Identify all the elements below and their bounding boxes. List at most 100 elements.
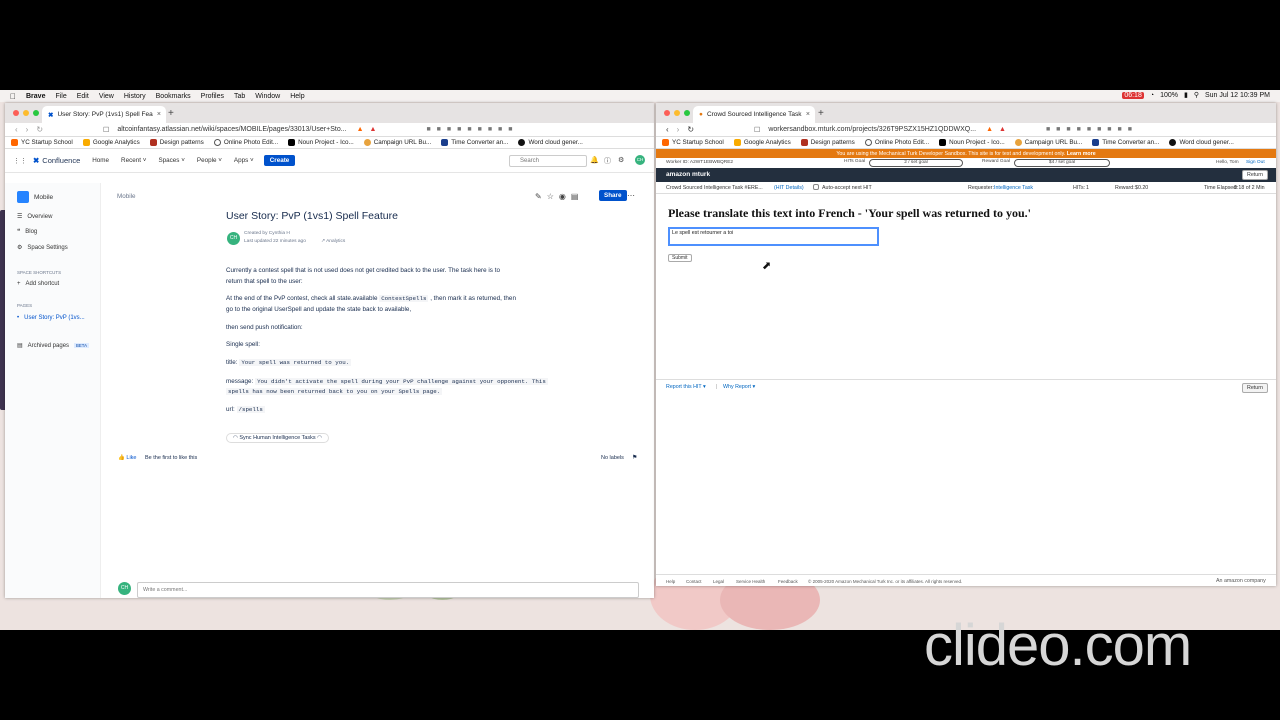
jira-macro-chip[interactable]: ◠ Sync Human Intelligence Tasks ◠ <box>226 433 329 443</box>
sidebar-item-overview[interactable]: ☰ Overview <box>17 213 52 221</box>
reload-icon[interactable]: ↻ <box>36 125 43 134</box>
bookmark-item[interactable]: Noun Project - Ico... <box>939 139 1005 146</box>
bookmark-item[interactable]: Design patterns <box>149 139 204 146</box>
bookmark-item[interactable]: Design patterns <box>800 139 855 146</box>
menu-tab[interactable]: Tab <box>234 93 245 100</box>
extension-icons[interactable]: ■■■■■■■■■ <box>1046 126 1138 133</box>
comment-input[interactable]: Write a comment... <box>137 582 639 598</box>
more-icon[interactable]: ⋯ <box>627 191 635 200</box>
new-tab-button[interactable]: + <box>818 108 824 119</box>
confluence-logo[interactable]: ✖ Confluence <box>33 156 80 165</box>
app-switcher-icon[interactable]: ⋮⋮ <box>13 157 27 165</box>
menu-profiles[interactable]: Profiles <box>201 93 224 100</box>
close-tab-icon[interactable]: × <box>806 111 810 118</box>
return-button-bottom[interactable]: Return <box>1242 383 1268 393</box>
recording-timer[interactable]: 06:18 <box>1122 91 1144 99</box>
sidebar-item-settings[interactable]: ⚙ Space Settings <box>17 244 68 252</box>
brave-shield-icon[interactable]: ▲ <box>986 126 993 133</box>
clock[interactable]: Sun Jul 12 10:39 PM <box>1205 92 1270 99</box>
back-icon[interactable]: ‹ <box>15 125 18 134</box>
footer-feedback[interactable]: Feedback <box>778 579 798 584</box>
nav-apps[interactable]: Apps ˅ <box>234 157 254 164</box>
bookmark-item[interactable]: Online Photo Edit... <box>864 139 929 146</box>
bookmark-item[interactable]: Online Photo Edit... <box>213 139 278 146</box>
brave-rewards-icon[interactable]: ▲ <box>370 126 377 133</box>
hits-goal-field[interactable]: 2 / set goal <box>869 159 963 167</box>
minimize-window-button[interactable] <box>23 110 29 116</box>
sign-out-link[interactable]: Sign Out <box>1246 160 1265 165</box>
bookmark-item[interactable]: Google Analytics <box>733 139 791 146</box>
battery-text[interactable]: 100% <box>1160 92 1178 99</box>
footer-help[interactable]: Help <box>666 579 675 584</box>
settings-icon[interactable]: ⚙ <box>618 156 624 164</box>
close-tab-icon[interactable]: × <box>157 111 161 118</box>
reload-icon[interactable]: ↻ <box>687 125 694 134</box>
wifi-icon[interactable]: ◔ <box>1150 92 1154 99</box>
menu-view[interactable]: View <box>99 93 114 100</box>
menu-bookmarks[interactable]: Bookmarks <box>156 93 191 100</box>
page-author[interactable]: Created by Cynthia H <box>244 231 290 236</box>
help-icon[interactable]: ⓘ <box>604 156 611 166</box>
url-field[interactable]: workersandbox.mturk.com/projects/326T9PS… <box>768 126 976 133</box>
zoom-window-button[interactable] <box>684 110 690 116</box>
close-window-button[interactable] <box>664 110 670 116</box>
create-button[interactable]: Create <box>263 155 296 166</box>
bookmark-icon[interactable]: ☐ <box>103 126 109 134</box>
requester-link[interactable]: Intelligence Task <box>994 185 1033 191</box>
nav-home[interactable]: Home <box>92 157 109 164</box>
footer-contact[interactable]: Contact <box>686 579 702 584</box>
new-tab-button[interactable]: + <box>168 108 174 119</box>
why-report-link[interactable]: Why Report ▾ <box>723 384 755 390</box>
answer-textbox[interactable]: Le spell est retourner a toi <box>668 227 879 246</box>
bookmark-item[interactable]: Campaign URL Bu... <box>1014 139 1082 146</box>
bookmark-item[interactable]: Noun Project - Ico... <box>288 139 354 146</box>
back-icon[interactable]: ‹ <box>666 125 669 134</box>
close-window-button[interactable] <box>13 110 19 116</box>
footer-service-health[interactable]: Service Health <box>736 579 765 584</box>
author-avatar[interactable]: CH <box>227 232 240 245</box>
reward-goal-field[interactable]: $4 / set goal <box>1014 159 1110 167</box>
menu-history[interactable]: History <box>124 93 146 100</box>
battery-icon[interactable]: ▮ <box>1184 91 1188 99</box>
nav-spaces[interactable]: Spaces ˅ <box>158 157 184 164</box>
hit-details-link[interactable]: (HIT Details) <box>774 185 804 191</box>
minimize-window-button[interactable] <box>674 110 680 116</box>
bookmark-item[interactable]: YC Startup School <box>11 139 73 146</box>
sidebar-item-blog[interactable]: ❝ Blog <box>17 228 37 236</box>
menu-file[interactable]: File <box>55 93 66 100</box>
menu-app-name[interactable]: Brave <box>26 93 45 100</box>
bookmark-item[interactable]: Word cloud gener... <box>518 139 583 146</box>
label-icon[interactable]: ⚑ <box>632 454 637 461</box>
search-icon[interactable]: ⚲ <box>1194 91 1199 99</box>
nav-recent[interactable]: Recent ˅ <box>121 157 146 164</box>
analytics-link[interactable]: ↗ Analytics <box>321 239 345 244</box>
menu-help[interactable]: Help <box>290 93 304 100</box>
bookmark-item[interactable]: Time Converter an... <box>1092 139 1159 146</box>
menu-window[interactable]: Window <box>255 93 280 100</box>
brave-rewards-icon[interactable]: ▲ <box>999 126 1006 133</box>
tab-confluence[interactable]: ✖ User Story: PvP (1vs1) Spell Fea × <box>42 106 166 123</box>
add-shortcut-link[interactable]: + Add shortcut <box>17 281 59 287</box>
tab-mturk[interactable]: ● Crowd Sourced Intelligence Task × <box>693 106 815 123</box>
submit-button[interactable]: Submit <box>668 254 692 262</box>
archived-pages-link[interactable]: ▤ Archived pages BETA <box>17 342 89 349</box>
return-button-top[interactable]: Return <box>1242 170 1268 180</box>
footer-legal[interactable]: Legal <box>713 579 724 584</box>
search-input[interactable]: Search <box>509 155 587 167</box>
bookmark-item[interactable]: Google Analytics <box>82 139 140 146</box>
nav-people[interactable]: People ˅ <box>197 157 222 164</box>
apple-icon[interactable]:  <box>10 92 16 101</box>
page-tree-item[interactable]: • User Story: PvP (1vs... <box>17 315 85 321</box>
zoom-window-button[interactable] <box>33 110 39 116</box>
breadcrumb[interactable]: Mobile <box>117 193 136 200</box>
mturk-logo[interactable]: amazon mturk <box>666 171 710 178</box>
avatar[interactable]: CH <box>635 155 645 165</box>
space-header[interactable]: Mobile <box>17 191 53 203</box>
bookmark-item[interactable]: YC Startup School <box>662 139 724 146</box>
report-hit-link[interactable]: Report this HIT ▾ <box>666 384 706 390</box>
share-button[interactable]: Share <box>599 190 627 201</box>
learn-more-link[interactable]: Learn more <box>1067 151 1096 157</box>
bookmark-item[interactable]: Time Converter an... <box>441 139 508 146</box>
brave-shield-icon[interactable]: ▲ <box>357 126 364 133</box>
menu-edit[interactable]: Edit <box>77 93 89 100</box>
